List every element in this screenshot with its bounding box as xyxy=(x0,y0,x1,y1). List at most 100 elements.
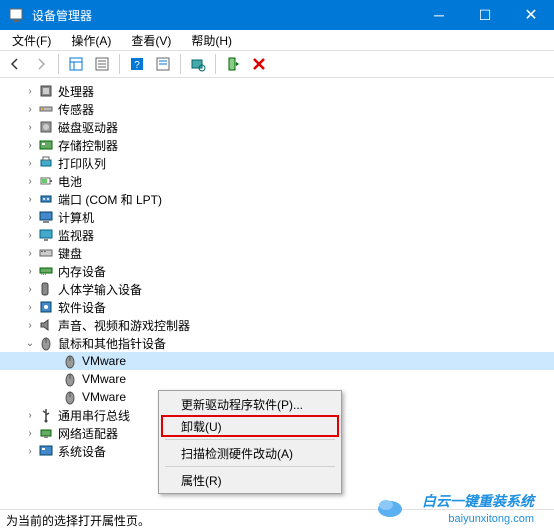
maximize-button[interactable]: ☐ xyxy=(462,0,508,30)
tree-node[interactable]: › 键盘 xyxy=(0,244,554,262)
context-menu-separator xyxy=(165,439,335,440)
cpu-icon xyxy=(38,83,54,99)
expand-icon[interactable]: › xyxy=(24,319,36,331)
context-menu-item[interactable]: 更新驱动程序软件(P)... xyxy=(161,393,339,415)
close-button[interactable]: ✕ xyxy=(508,0,554,30)
mouse-icon xyxy=(38,335,54,351)
tb-properties-icon[interactable] xyxy=(91,53,113,75)
expand-icon[interactable]: › xyxy=(24,139,36,151)
tree-node[interactable]: › 端口 (COM 和 LPT) xyxy=(0,190,554,208)
expand-icon[interactable]: › xyxy=(24,301,36,313)
minimize-button[interactable]: ─ xyxy=(416,0,462,30)
tree-node[interactable]: ›处理器 xyxy=(0,82,554,100)
node-label: VMware xyxy=(82,390,126,404)
collapse-icon[interactable]: ⌄ xyxy=(24,337,36,349)
node-label: 打印队列 xyxy=(58,155,106,172)
titlebar: 设备管理器 ─ ☐ ✕ xyxy=(0,0,554,30)
node-label: 存储控制器 xyxy=(58,137,118,154)
node-label: 通用串行总线 xyxy=(58,407,130,424)
node-label: 电池 xyxy=(58,173,82,190)
tree-node[interactable]: › 计算机 xyxy=(0,208,554,226)
back-button[interactable] xyxy=(4,53,26,75)
watermark-text: 白云一键重装系统 xyxy=(422,491,534,511)
tree-node[interactable]: › 磁盘驱动器 xyxy=(0,118,554,136)
battery-icon xyxy=(38,173,54,189)
tb-scan-icon[interactable] xyxy=(187,53,209,75)
node-label: VMware xyxy=(82,372,126,386)
expand-icon[interactable]: › xyxy=(24,247,36,259)
window-controls: ─ ☐ ✕ xyxy=(416,0,554,30)
tree-node[interactable]: › 传感器 xyxy=(0,100,554,118)
computer-icon xyxy=(38,209,54,225)
node-label: 系统设备 xyxy=(58,443,106,460)
tb-list-icon[interactable] xyxy=(152,53,174,75)
tree-node[interactable]: › 监视器 xyxy=(0,226,554,244)
context-menu-separator xyxy=(165,466,335,467)
toolbar-separator xyxy=(119,54,120,74)
expand-icon[interactable]: › xyxy=(24,211,36,223)
tree-node[interactable]: › 存储控制器 xyxy=(0,136,554,154)
printer-icon xyxy=(38,155,54,171)
tb-view-icon[interactable] xyxy=(65,53,87,75)
disk-icon xyxy=(38,119,54,135)
watermark-logo-icon xyxy=(376,495,404,519)
expand-icon[interactable]: › xyxy=(24,265,36,277)
tree-node[interactable]: ›软件设备 xyxy=(0,298,554,316)
context-menu: 更新驱动程序软件(P)...卸载(U) 扫描检测硬件改动(A) 属性(R) xyxy=(158,390,342,494)
tree-node[interactable]: › 电池 xyxy=(0,172,554,190)
expand-icon[interactable]: › xyxy=(24,121,36,133)
expand-icon[interactable]: › xyxy=(24,409,36,421)
menu-help[interactable]: 帮助(H) xyxy=(187,30,236,51)
port-icon xyxy=(38,191,54,207)
expand-icon[interactable]: › xyxy=(24,175,36,187)
tb-enable-icon[interactable] xyxy=(222,53,244,75)
mouse-icon xyxy=(62,353,78,369)
node-label: 键盘 xyxy=(58,245,82,262)
toolbar: ? xyxy=(0,50,554,78)
node-label: 鼠标和其他指针设备 xyxy=(58,335,166,352)
expand-icon[interactable]: › xyxy=(24,283,36,295)
node-label: 磁盘驱动器 xyxy=(58,119,118,136)
menu-action[interactable]: 操作(A) xyxy=(67,30,115,51)
menu-view[interactable]: 查看(V) xyxy=(127,30,175,51)
context-menu-item[interactable]: 扫描检测硬件改动(A) xyxy=(161,442,339,464)
app-icon xyxy=(8,7,24,23)
tree-node-child[interactable]: VMware xyxy=(0,370,554,388)
tree-node[interactable]: ›人体学输入设备 xyxy=(0,280,554,298)
expand-icon[interactable]: › xyxy=(24,157,36,169)
system-icon xyxy=(38,443,54,459)
tree-node-child[interactable]: VMware xyxy=(0,352,554,370)
node-label: 监视器 xyxy=(58,227,94,244)
expand-icon[interactable]: › xyxy=(24,427,36,439)
hid-icon xyxy=(38,281,54,297)
expand-icon[interactable]: › xyxy=(24,85,36,97)
usb-icon xyxy=(38,407,54,423)
tree-node[interactable]: › 声音、视频和游戏控制器 xyxy=(0,316,554,334)
mouse-icon xyxy=(62,371,78,387)
expand-icon[interactable]: › xyxy=(24,193,36,205)
keyboard-icon xyxy=(38,245,54,261)
tb-help-icon[interactable]: ? xyxy=(126,53,148,75)
tree-node[interactable]: › 内存设备 xyxy=(0,262,554,280)
node-label: 声音、视频和游戏控制器 xyxy=(58,317,190,334)
forward-button[interactable] xyxy=(30,53,52,75)
network-icon xyxy=(38,425,54,441)
node-label: 内存设备 xyxy=(58,263,106,280)
tb-uninstall-icon[interactable] xyxy=(248,53,270,75)
window-title: 设备管理器 xyxy=(32,7,416,24)
context-menu-item[interactable]: 卸载(U) xyxy=(161,415,339,437)
memory-icon xyxy=(38,263,54,279)
tree-node[interactable]: › 打印队列 xyxy=(0,154,554,172)
node-label: 计算机 xyxy=(58,209,94,226)
node-label: 传感器 xyxy=(58,101,94,118)
expand-icon[interactable]: › xyxy=(24,229,36,241)
sensor-icon xyxy=(38,101,54,117)
node-label: VMware xyxy=(82,354,126,368)
tree-node[interactable]: ⌄ 鼠标和其他指针设备 xyxy=(0,334,554,352)
expand-icon[interactable]: › xyxy=(24,103,36,115)
expand-icon[interactable]: › xyxy=(24,445,36,457)
context-menu-item[interactable]: 属性(R) xyxy=(161,469,339,491)
node-label: 端口 (COM 和 LPT) xyxy=(58,191,162,208)
software-icon xyxy=(38,299,54,315)
menu-file[interactable]: 文件(F) xyxy=(8,30,55,51)
